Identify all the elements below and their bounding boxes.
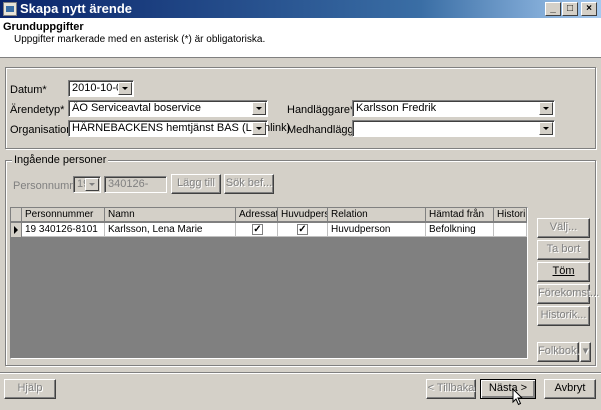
century-dropdown-icon [85,178,99,191]
cell-adressat[interactable]: ✓ [236,223,278,237]
column-header-huvudpers[interactable]: Huvudpers. [278,208,328,222]
table-header: Personnummer Namn Adressat Huvudpers. Re… [11,208,527,222]
handlaggare-select[interactable]: Karlsson Fredrik [352,100,555,117]
back-button[interactable]: < Tillbaka [426,379,476,399]
personnummer-input: 340126- [104,176,167,193]
organisation-dropdown-icon[interactable] [252,122,266,135]
cell-huvudpers[interactable]: ✓ [278,223,328,237]
clear-button-label: Töm [552,265,575,277]
window-title: Skapa nytt ärende [20,1,132,16]
datum-dropdown-icon[interactable] [118,82,132,95]
maximize-button[interactable]: □ [562,2,578,16]
cell-relation[interactable]: Huvudperson [328,223,426,237]
search-person-button[interactable]: Sök bef... [224,174,274,194]
next-button[interactable]: Nästa > [480,379,536,399]
organisation-select[interactable]: HÄRNEBACKENS hemtjänst BAS (Leanlink) [68,120,290,137]
datum-picker[interactable]: 2010-10-01 [68,80,134,97]
handlaggare-label: Handläggare* [287,104,355,116]
medhandlaggare-dropdown-icon[interactable] [539,122,553,135]
century-select: 19 [73,176,101,193]
personnummer-input-value: 340126- [108,178,149,190]
handlaggare-dropdown-icon[interactable] [539,102,553,115]
app-icon[interactable] [3,2,17,16]
arendetyp-value: ÄO Serviceavtal boservice [72,102,201,114]
cell-hamtad-fran[interactable]: Befolkning [426,223,494,237]
remove-button[interactable]: Ta bort [537,240,590,260]
cell-personnummer[interactable]: 19 340126-8101 [22,223,105,237]
adressat-checkbox[interactable]: ✓ [252,224,263,235]
close-button[interactable]: × [581,2,597,16]
add-person-button[interactable]: Lägg till [171,174,221,194]
title-bar: Skapa nytt ärende _ □ × [0,0,601,18]
arendetyp-select[interactable]: ÄO Serviceavtal boservice [68,100,268,117]
cell-historik[interactable] [494,223,527,237]
column-header-relation[interactable]: Relation [328,208,426,222]
page-title: Grunduppgifter [3,21,84,33]
arendetyp-dropdown-icon[interactable] [252,102,266,115]
column-header-historik[interactable]: Historik [494,208,527,222]
handlaggare-value: Karlsson Fredrik [356,102,437,114]
select-button[interactable]: Välj... [537,218,590,238]
cancel-button[interactable]: Avbryt [544,379,596,399]
column-header-hamtad-fran[interactable]: Hämtad från [426,208,494,222]
column-header-personnummer[interactable]: Personnummer [22,208,105,222]
minimize-button[interactable]: _ [545,2,561,16]
header-corner [11,208,22,222]
page-subtitle: Uppgifter markerade med en asterisk (*) … [14,34,266,45]
mouse-cursor-icon [512,388,524,406]
huvudpers-checkbox[interactable]: ✓ [297,224,308,235]
column-header-namn[interactable]: Namn [105,208,236,222]
footer-separator [0,372,601,374]
cell-namn[interactable]: Karlsson, Lena Marie [105,223,236,237]
persons-table: Personnummer Namn Adressat Huvudpers. Re… [10,207,528,359]
organisation-label: Organisation* [10,124,77,136]
help-button[interactable]: Hjälp [4,379,56,399]
arendetyp-label: Ärendetyp* [10,104,65,116]
folkbok-button[interactable]: Folkbok... [537,342,586,362]
clear-button[interactable]: Töm [537,262,590,282]
folkbok-dropdown-icon[interactable]: ▾ [580,342,591,362]
occurrence-button[interactable]: Förekomst... [537,284,599,304]
medhandlaggare-select[interactable] [352,120,555,137]
row-selector-icon[interactable] [11,223,22,237]
datum-label: Datum* [10,84,47,96]
table-row[interactable]: 19 340126-8101 Karlsson, Lena Marie ✓ ✓ … [11,223,527,237]
column-header-adressat[interactable]: Adressat [236,208,278,222]
history-button[interactable]: Historik... [537,306,590,326]
persons-group-title: Ingående personer [12,154,109,166]
wizard-header: Grunduppgifter Uppgifter markerade med e… [0,18,601,58]
